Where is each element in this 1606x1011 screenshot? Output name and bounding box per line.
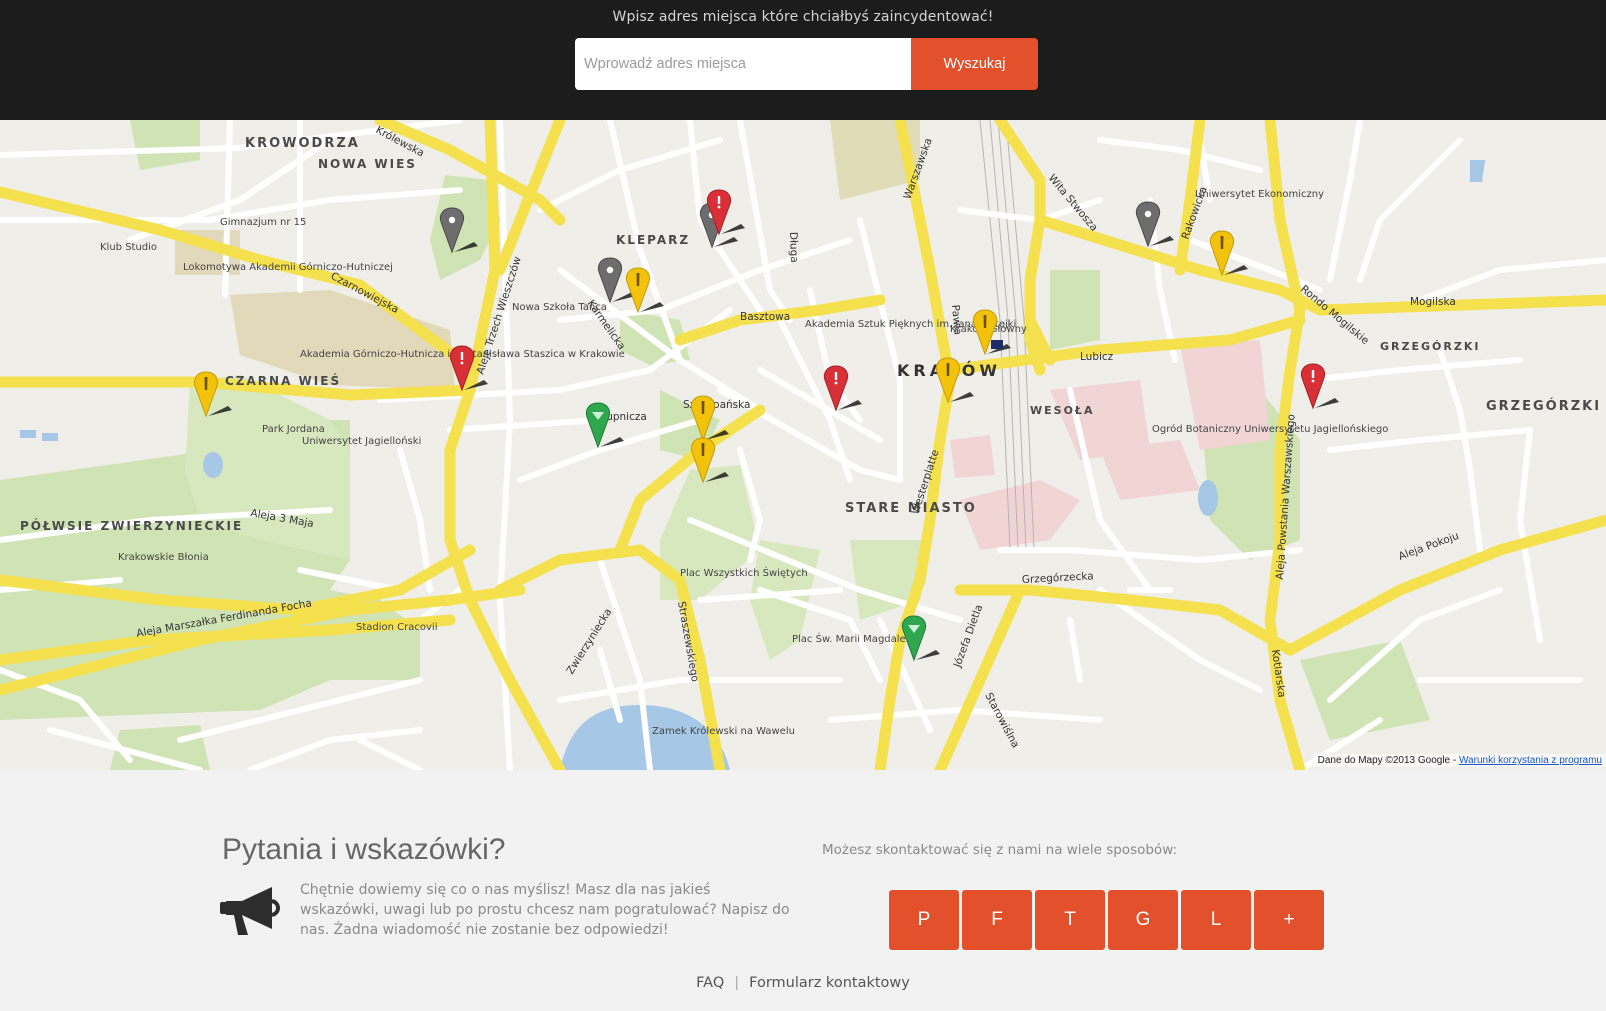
social-button-facebook[interactable]: F <box>962 890 1032 950</box>
address-search-input[interactable] <box>575 38 912 90</box>
megaphone-icon <box>220 887 280 935</box>
map-label-place-6: Park Jordana <box>262 424 325 435</box>
contact-form-link[interactable]: Formularz kontaktowy <box>749 975 910 991</box>
map-label-place-4: Nowa Szkoła Tańca <box>512 301 607 313</box>
map-label-street-18: Mogilska <box>1410 296 1456 308</box>
map-label-place-10: Uniwersytet Ekonomiczny <box>1195 189 1324 200</box>
search-prompt: Wpisz adres miejsca które chciałbyś zain… <box>612 9 994 25</box>
map-label-street-23: Długa <box>787 232 800 263</box>
social-button-plus[interactable]: + <box>1254 890 1324 950</box>
map-label-place-0: Klub Studio <box>100 242 157 253</box>
map-label-place-11: Ogród Botaniczny Uniwersytetu Jagiellońs… <box>1152 423 1388 435</box>
social-buttons: P F T G L + <box>889 890 1324 950</box>
social-button-twitter[interactable]: T <box>1035 890 1105 950</box>
map-label-place-7: Krakowskie Błonia <box>118 552 209 563</box>
map-label-place-12: Plac Wszystkich Świętych <box>680 566 808 579</box>
map[interactable]: KROWODRZA NOWA WIES KLEPARZ CZARNA WIEŚ … <box>0 120 1606 770</box>
map-label-place-8: Stadion Cracovii <box>356 622 437 633</box>
map-attribution-text: Dane do Mapy ©2013 Google - <box>1317 755 1459 766</box>
social-button-p[interactable]: P <box>889 890 959 950</box>
header: Wpisz adres miejsca które chciałbyś zain… <box>0 0 1606 120</box>
map-label-place-2: Lokomotywa Akademii Górniczo-Hutniczej <box>183 261 393 273</box>
map-label-district-8: GRZEGÓRZKI <box>1486 398 1601 414</box>
map-label-place-14: Zamek Królewski na Wawelu <box>652 725 795 737</box>
map-label-district-2: KLEPARZ <box>616 233 690 247</box>
map-label-place-13: Plac Św. Marii Magdaleny <box>792 632 918 645</box>
footer-separator: | <box>734 975 740 991</box>
social-button-google[interactable]: G <box>1108 890 1178 950</box>
contact-text: Chętnie dowiemy się co o nas myślisz! Ma… <box>300 882 790 938</box>
map-label-place-1: Gimnazjum nr 15 <box>220 217 306 228</box>
map-label-street-4: Basztowa <box>740 311 790 323</box>
map-attribution: Dane do Mapy ©2013 Google - Warunki korz… <box>1313 754 1606 767</box>
map-canvas[interactable]: KROWODRZA NOWA WIES KLEPARZ CZARNA WIEŚ … <box>0 120 1606 770</box>
map-label-place-5: Uniwersytet Jagielloński <box>302 435 421 447</box>
map-label-street-7: Lubicz <box>1080 351 1114 363</box>
map-terms-link[interactable]: Warunki korzystania z programu <box>1459 755 1602 766</box>
contact-heading: Pytania i wskazówki? <box>222 833 506 866</box>
search-button[interactable]: Wyszukaj <box>911 38 1038 90</box>
map-label-district-1: NOWA WIES <box>318 157 417 171</box>
map-label-district-3: CZARNA WIEŚ <box>225 373 341 388</box>
contact-ways-label: Możesz skontaktować się z nami na wiele … <box>822 842 1178 858</box>
map-label-district-8b: GRZEGÓRZKI <box>1380 340 1480 353</box>
social-button-linkedin[interactable]: L <box>1181 890 1251 950</box>
map-label-district-0: KROWODRZA <box>245 136 360 151</box>
map-label-district-6: WESOŁA <box>1030 404 1095 417</box>
footer-links: FAQ | Formularz kontaktowy <box>0 975 1606 991</box>
map-label-district-4: PÓŁWSIE ZWIERZYNIECKIE <box>20 518 243 533</box>
faq-link[interactable]: FAQ <box>696 975 724 991</box>
